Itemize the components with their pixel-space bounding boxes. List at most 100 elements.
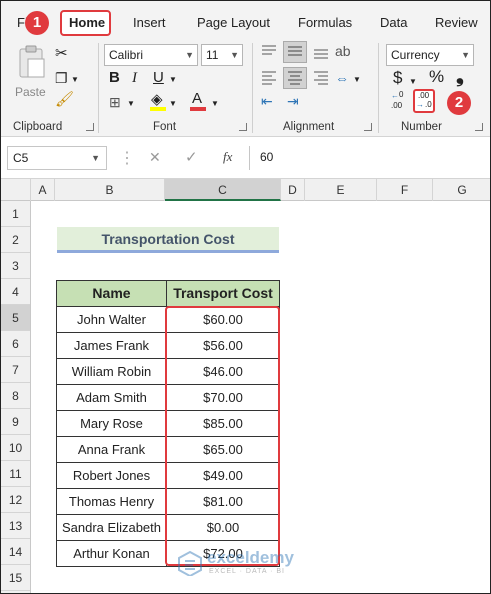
increase-indent-icon[interactable]: ⇥ [287,92,299,110]
more-options-icon[interactable]: ⋮ [119,148,135,168]
row-header-selected[interactable]: 5 [1,305,30,331]
table-header-name[interactable]: Name [56,280,167,307]
arrow-left-icon: ← [391,91,399,100]
increase-decimal-icon[interactable]: ← 0 .00 [389,90,411,113]
borders-icon[interactable]: ⊞ [109,93,121,111]
excel-window: Fi Home Insert Page Layout Formulas Data… [0,0,491,594]
row-header[interactable]: 6 [1,331,30,357]
alignment-launcher-icon[interactable] [364,123,372,131]
clipboard-launcher-icon[interactable] [86,123,94,131]
row-header[interactable]: 2 [1,227,30,253]
underline-dropdown-icon[interactable]: ▼ [169,71,177,89]
watermark: exceldemy EXCEL · DATA · BI [177,546,337,582]
fill-dropdown-icon[interactable]: ▼ [169,95,177,113]
table-cell-name[interactable]: Mary Rose [56,410,167,437]
table-header-cost[interactable]: Transport Cost [166,280,280,307]
row-header[interactable]: 11 [1,461,30,487]
column-header[interactable]: B [55,179,165,201]
clipboard-group-label: Clipboard [13,121,63,133]
row-header[interactable]: 9 [1,409,30,435]
bold-icon[interactable]: B [109,69,120,87]
font-size-select[interactable]: 11 ▼ [201,44,243,66]
enter-icon[interactable]: ✓ [185,148,198,166]
column-header[interactable]: F [377,179,433,201]
watermark-tagline: EXCEL · DATA · BI [209,568,285,575]
fill-color-swatch [150,107,166,111]
decimal-glyph: .00 [391,101,403,110]
borders-dropdown-icon[interactable]: ▼ [127,95,135,113]
table-cell-name[interactable]: Adam Smith [56,384,167,411]
align-left-icon[interactable] [259,69,279,90]
row-header[interactable]: 8 [1,383,30,409]
column-header[interactable]: A [31,179,55,201]
cut-icon[interactable]: ✂ [55,45,68,63]
table-cell-name[interactable]: William Robin [56,358,167,385]
table-cell-name[interactable]: James Frank [56,332,167,359]
tab-insert[interactable]: Insert [133,15,166,30]
table-cell-name[interactable]: John Walter [56,306,167,333]
decrease-decimal-button[interactable]: .00 → .0 [413,89,435,113]
align-right-icon[interactable] [311,69,331,90]
font-color-icon[interactable]: A [192,90,202,108]
comma-icon[interactable]: ❟ [456,66,464,86]
font-color-dropdown-icon[interactable]: ▼ [211,95,219,113]
table-cell-name[interactable]: Robert Jones [56,462,167,489]
table-cell-name[interactable]: Arthur Konan [56,540,167,567]
align-center-icon[interactable] [283,67,307,89]
align-top-icon[interactable] [259,43,279,64]
name-box[interactable]: C5 ▼ [7,146,107,170]
italic-icon[interactable]: I [132,69,137,87]
row-header[interactable]: 7 [1,357,30,383]
alignment-group-label: Alignment [283,121,335,133]
align-bottom-icon[interactable] [311,43,331,64]
column-header[interactable]: G [433,179,490,201]
format-painter-icon[interactable]: 🖌 [55,91,74,109]
row-header[interactable]: 14 [1,539,30,565]
chevron-down-icon: ▼ [461,50,470,60]
paste-button[interactable]: Paste [11,45,51,107]
column-header[interactable]: D [281,179,305,201]
table-cell-name[interactable]: Anna Frank [56,436,167,463]
copy-dropdown-icon[interactable]: ▼ [71,71,79,89]
row-header[interactable]: 12 [1,487,30,513]
percent-icon[interactable]: % [429,68,444,86]
font-name-select[interactable]: Calibri ▼ [104,44,198,66]
row-header[interactable]: 13 [1,513,30,539]
tab-home[interactable]: Home [69,15,105,30]
tab-data[interactable]: Data [380,15,407,30]
number-format-select[interactable]: Currency ▼ [386,44,474,66]
underline-icon[interactable]: U [153,69,164,87]
formula-value: 60 [260,150,274,164]
cancel-icon[interactable]: ✕ [149,149,161,166]
dollar-icon[interactable]: $ [393,69,402,87]
column-header[interactable]: E [305,179,377,201]
tab-formulas[interactable]: Formulas [298,15,352,30]
align-middle-icon[interactable] [283,41,307,63]
font-launcher-icon[interactable] [239,123,247,131]
font-name-value: Calibri [109,48,144,62]
copy-icon[interactable]: ❐ [55,69,68,87]
row-header[interactable]: 1 [1,201,30,227]
formula-bar: C5 ▼ ⋮ ✕ ✓ fx 60 [1,137,490,179]
column-header-selected[interactable]: C [165,179,281,201]
row-header[interactable]: 15 [1,565,30,591]
formula-input[interactable]: 60 [249,146,485,170]
table-cell-name[interactable]: Thomas Henry [56,488,167,515]
tab-review[interactable]: Review [435,15,478,30]
merge-dropdown-icon[interactable]: ▼ [353,71,361,89]
row-header[interactable]: 4 [1,279,30,305]
paste-icon [19,45,45,78]
orientation-icon[interactable]: ab [335,42,351,60]
select-all-corner[interactable] [1,179,31,201]
separator [378,43,379,133]
insert-function-icon[interactable]: fx [223,149,232,165]
row-header[interactable]: 10 [1,435,30,461]
merge-icon[interactable]: ⇔ [335,69,349,87]
row-header[interactable]: 3 [1,253,30,279]
tab-page-layout[interactable]: Page Layout [197,15,270,30]
decrease-indent-icon[interactable]: ⇤ [261,92,273,110]
row-headers: 1 2 3 4 5 6 7 8 9 10 11 12 13 14 15 [1,201,31,593]
number-launcher-icon[interactable] [475,123,483,131]
selection-highlight [165,306,280,566]
table-cell-name[interactable]: Sandra Elizabeth [56,514,167,541]
